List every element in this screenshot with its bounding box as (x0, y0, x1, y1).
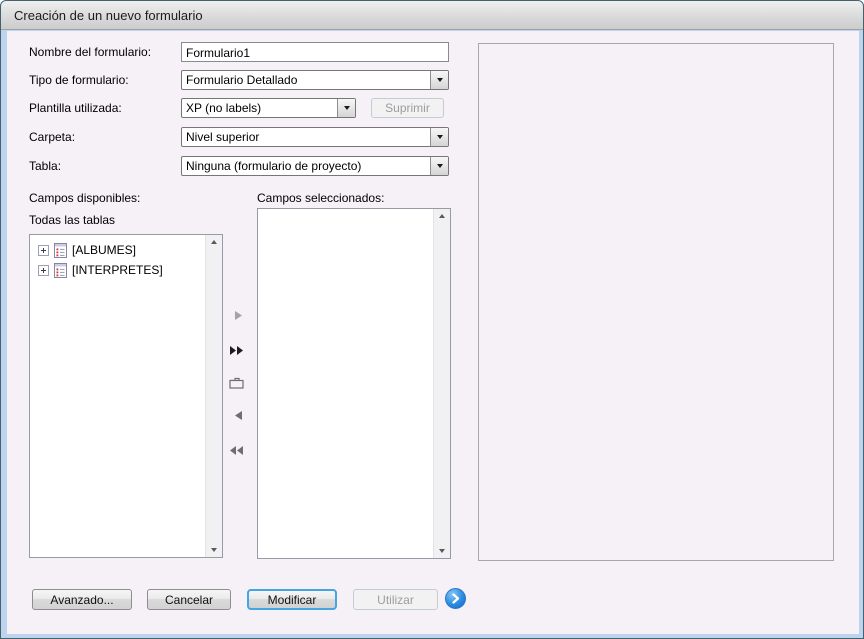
triangle-down-glyph (344, 106, 350, 110)
selected-fields-list[interactable] (257, 208, 451, 559)
tree-item-label: [INTERPRETES] (72, 263, 163, 277)
chevron-down-icon[interactable] (430, 128, 448, 146)
selected-fields-label: Campos seleccionados: (257, 188, 384, 208)
table-select[interactable]: Ninguna (formulario de proyecto) (181, 156, 449, 176)
template-value: XP (no labels) (182, 101, 337, 115)
title-bar[interactable]: Creación de un nuevo formulario (1, 1, 863, 30)
expand-plus-icon[interactable] (38, 265, 49, 276)
next-button[interactable] (445, 588, 466, 609)
move-right-icon (235, 311, 242, 320)
move-left-button (229, 407, 247, 423)
available-fields-list[interactable]: [ALBUMES] (29, 234, 223, 558)
available-fields-scope: Todas las tablas (29, 210, 115, 230)
delete-template-button: Suprimir (371, 98, 444, 118)
scroll-up-icon[interactable] (211, 240, 217, 244)
scroll-up-icon[interactable] (439, 214, 445, 218)
triangle-down-glyph (437, 135, 443, 139)
move-all-left-icon (230, 446, 243, 455)
move-all-left-button (227, 442, 245, 458)
next-arrow-icon (450, 593, 461, 604)
form-name-input[interactable] (181, 42, 449, 62)
add-group-button[interactable] (227, 375, 245, 391)
folder-icon (229, 377, 244, 389)
folder-select[interactable]: Nivel superior (181, 127, 449, 147)
modify-button[interactable]: Modificar (247, 589, 337, 610)
window-title: Creación de un nuevo formulario (14, 8, 203, 23)
chevron-down-icon[interactable] (337, 99, 355, 117)
folder-value: Nivel superior (182, 130, 430, 144)
available-fields-label: Campos disponibles: (29, 188, 140, 208)
use-button: Utilizar (353, 589, 438, 610)
move-all-right-icon (230, 346, 243, 355)
selected-list-scrollbar[interactable] (433, 209, 450, 558)
table-value: Ninguna (formulario de proyecto) (182, 159, 430, 173)
cancel-button[interactable]: Cancelar (147, 589, 231, 610)
available-list-scrollbar[interactable] (205, 235, 222, 557)
form-preview-panel (478, 43, 834, 561)
chevron-down-icon[interactable] (430, 157, 448, 175)
scroll-down-icon[interactable] (439, 549, 445, 553)
move-all-right-button[interactable] (227, 342, 245, 358)
triangle-down-glyph (437, 78, 443, 82)
move-left-icon (235, 411, 242, 420)
form-type-label: Tipo de formulario: (29, 70, 129, 90)
table-label: Tabla: (29, 156, 61, 176)
folder-label: Carpeta: (29, 127, 75, 147)
advanced-button[interactable]: Avanzado... (32, 589, 132, 610)
triangle-down-glyph (437, 164, 443, 168)
template-label: Plantilla utilizada: (29, 98, 122, 118)
form-type-select[interactable]: Formulario Detallado (181, 70, 449, 90)
template-select[interactable]: XP (no labels) (181, 98, 356, 118)
dialog-content: Nombre del formulario: Tipo de formulari… (7, 31, 859, 634)
tree-item-interpretes[interactable]: [INTERPRETES] (30, 260, 205, 280)
tree-item-label: [ALBUMES] (72, 243, 136, 257)
table-icon (54, 243, 67, 258)
scroll-down-icon[interactable] (211, 548, 217, 552)
tree-item-albumes[interactable]: [ALBUMES] (30, 240, 205, 260)
move-right-button (229, 307, 247, 323)
chevron-down-icon[interactable] (430, 71, 448, 89)
expand-plus-icon[interactable] (38, 245, 49, 256)
form-type-value: Formulario Detallado (182, 73, 430, 87)
tables-tree: [ALBUMES] (30, 240, 205, 280)
form-name-label: Nombre del formulario: (29, 42, 151, 62)
dialog-window: Creación de un nuevo formulario Nombre d… (0, 0, 864, 639)
table-icon (54, 263, 67, 278)
